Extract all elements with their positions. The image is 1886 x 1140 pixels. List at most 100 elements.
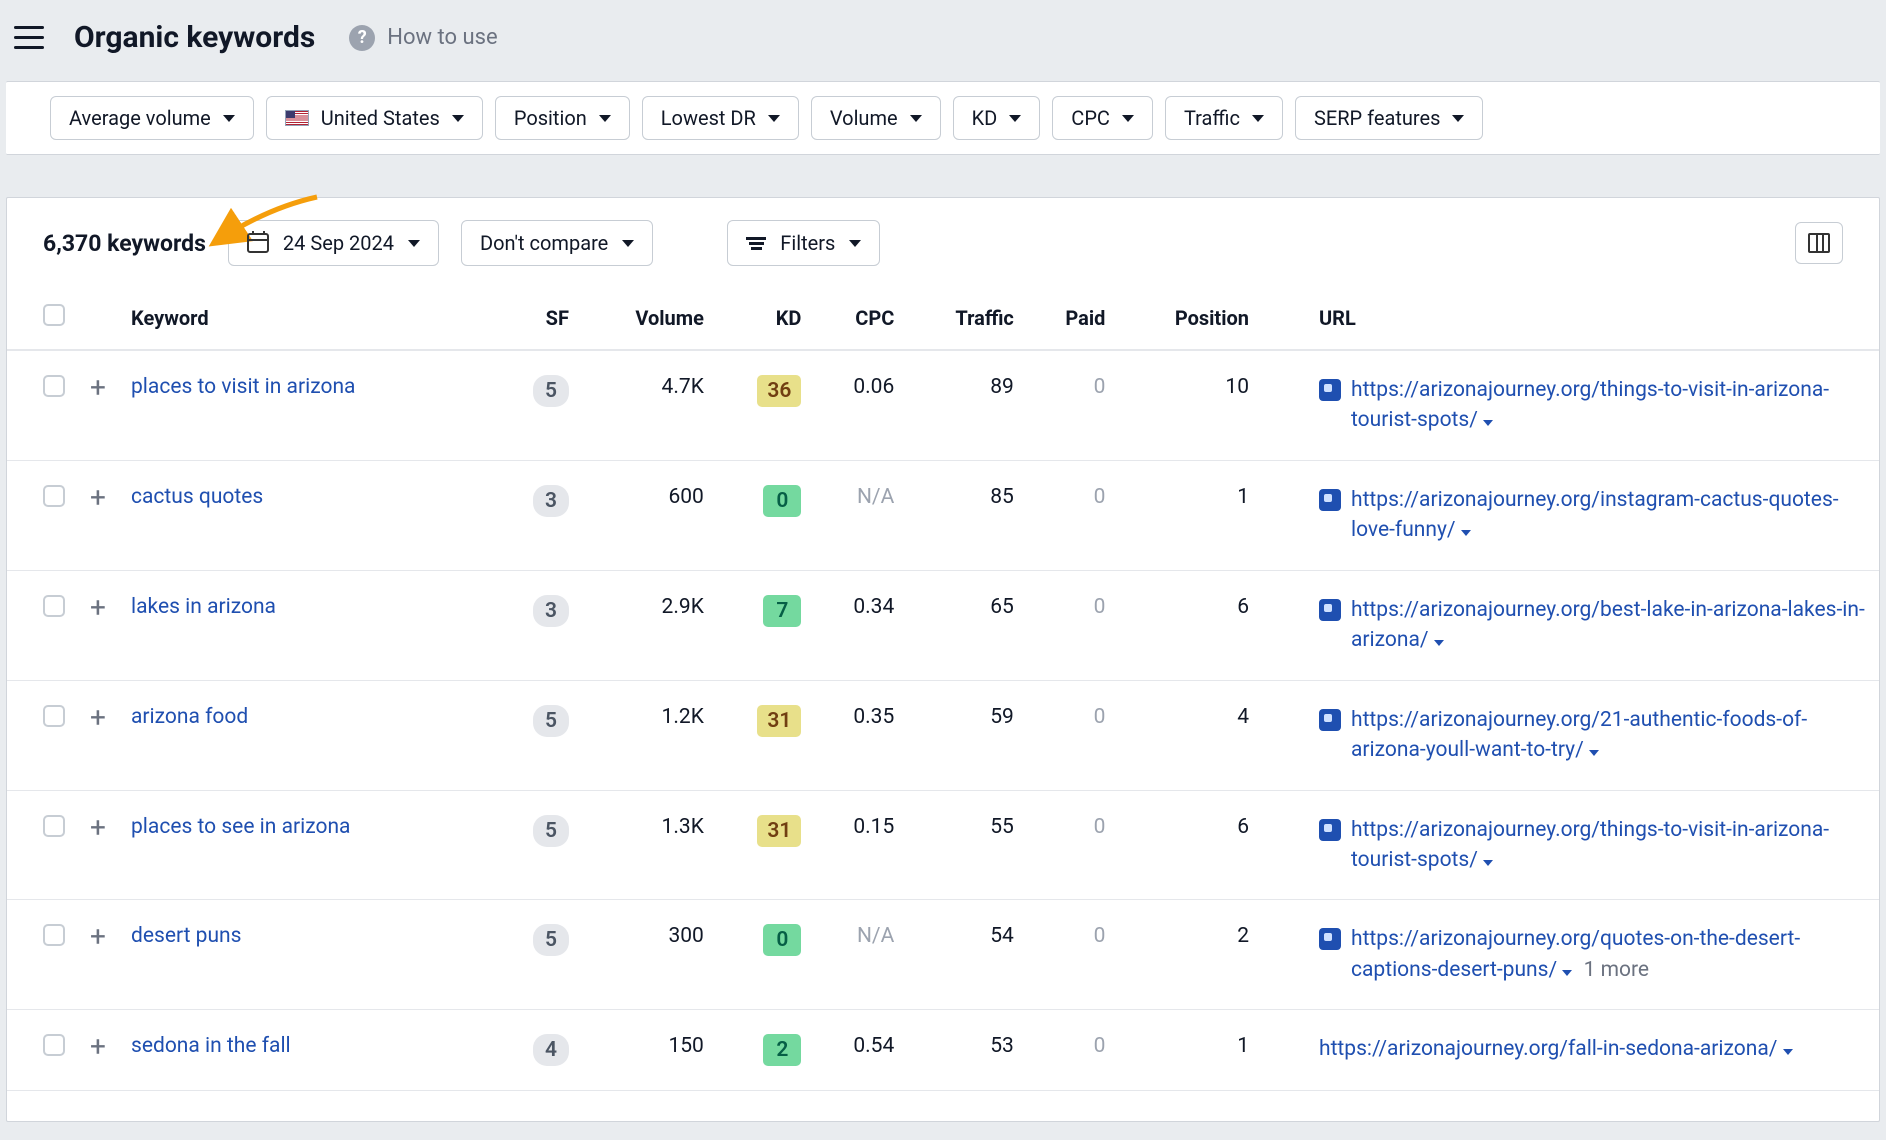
flag-icon (285, 110, 309, 126)
url-link[interactable]: https://arizonajourney.org/fall-in-sedon… (1319, 1037, 1777, 1061)
keyword-link[interactable]: places to see in arizona (131, 815, 350, 839)
paid-cell: 0 (1024, 460, 1116, 570)
chevron-down-icon (223, 115, 235, 122)
filter-pill-lowest-dr[interactable]: Lowest DR (642, 96, 799, 140)
kd-badge: 36 (757, 375, 801, 407)
traffic-cell: 89 (904, 350, 1024, 460)
filter-label: Lowest DR (661, 106, 756, 130)
compare-dropdown[interactable]: Don't compare (461, 220, 653, 266)
compare-label: Don't compare (480, 231, 608, 255)
filter-label: Average volume (69, 106, 211, 130)
chevron-down-icon[interactable] (1589, 750, 1599, 756)
select-all-checkbox[interactable] (43, 304, 65, 326)
expand-icon[interactable]: + (85, 595, 111, 621)
keyword-link[interactable]: desert puns (131, 924, 241, 948)
expand-icon[interactable]: + (85, 815, 111, 841)
paid-cell: 0 (1024, 1010, 1116, 1091)
url-link[interactable]: https://arizonajourney.org/instagram-cac… (1351, 488, 1839, 542)
chevron-down-icon (910, 115, 922, 122)
date-picker[interactable]: 24 Sep 2024 (228, 220, 439, 266)
chevron-down-icon (1452, 115, 1464, 122)
row-checkbox[interactable] (43, 924, 65, 946)
page-icon (1319, 928, 1341, 950)
cpc-cell: N/A (811, 900, 904, 1010)
volume-cell: 1.2K (579, 680, 714, 790)
position-cell: 1 (1115, 460, 1259, 570)
url-more[interactable]: 1 more (1584, 958, 1649, 982)
filter-bar: Average volume United States Position Lowes… (6, 81, 1880, 155)
chevron-down-icon[interactable] (1483, 420, 1493, 426)
cpc-cell: 0.54 (811, 1010, 904, 1091)
filter-pill-position[interactable]: Position (495, 96, 630, 140)
filter-pill-kd[interactable]: KD (953, 96, 1041, 140)
filter-pill-volume[interactable]: Volume (811, 96, 941, 140)
table-row: + desert puns 5 300 0 N/A 54 0 2 https:/… (7, 900, 1879, 1010)
keyword-link[interactable]: lakes in arizona (131, 595, 276, 619)
volume-cell: 150 (579, 1010, 714, 1091)
row-checkbox[interactable] (43, 1034, 65, 1056)
chevron-down-icon[interactable] (1434, 640, 1444, 646)
filter-pill-united-states[interactable]: United States (266, 96, 483, 140)
sf-badge: 3 (533, 485, 569, 517)
position-cell: 2 (1115, 900, 1259, 1010)
url-link[interactable]: https://arizonajourney.org/things-to-vis… (1351, 378, 1829, 432)
row-checkbox[interactable] (43, 815, 65, 837)
column-header[interactable]: SF (494, 290, 579, 350)
position-cell: 1 (1115, 1010, 1259, 1091)
url-link[interactable]: https://arizonajourney.org/quotes-on-the… (1351, 927, 1800, 981)
url-link[interactable]: https://arizonajourney.org/best-lake-in-… (1351, 598, 1865, 652)
chevron-down-icon (622, 240, 634, 247)
column-header[interactable]: Volume (579, 290, 714, 350)
sf-badge: 3 (533, 595, 569, 627)
volume-cell: 300 (579, 900, 714, 1010)
column-header[interactable]: CPC (811, 290, 904, 350)
column-header[interactable]: Traffic (904, 290, 1024, 350)
expand-icon[interactable]: + (85, 924, 111, 950)
menu-icon[interactable] (14, 26, 44, 50)
filter-pill-traffic[interactable]: Traffic (1165, 96, 1283, 140)
filter-label: KD (972, 106, 998, 130)
url-link[interactable]: https://arizonajourney.org/things-to-vis… (1351, 818, 1829, 872)
url-link[interactable]: https://arizonajourney.org/21-authentic-… (1351, 708, 1807, 762)
keyword-link[interactable]: arizona food (131, 705, 248, 729)
chevron-down-icon (599, 115, 611, 122)
kd-badge: 31 (757, 815, 801, 847)
expand-icon[interactable]: + (85, 375, 111, 401)
filter-pill-cpc[interactable]: CPC (1052, 96, 1153, 140)
cpc-cell: 0.06 (811, 350, 904, 460)
sf-badge: 4 (533, 1034, 569, 1066)
keyword-link[interactable]: cactus quotes (131, 485, 263, 509)
chevron-down-icon[interactable] (1461, 530, 1471, 536)
chevron-down-icon (1009, 115, 1021, 122)
columns-button[interactable] (1795, 222, 1843, 264)
filters-button[interactable]: Filters (727, 220, 880, 266)
chevron-down-icon[interactable] (1483, 860, 1493, 866)
filter-pill-serp-features[interactable]: SERP features (1295, 96, 1483, 140)
volume-cell: 600 (579, 460, 714, 570)
column-header[interactable]: Paid (1024, 290, 1116, 350)
paid-cell: 0 (1024, 680, 1116, 790)
row-checkbox[interactable] (43, 375, 65, 397)
column-header[interactable]: KD (714, 290, 812, 350)
filter-label: United States (321, 106, 440, 130)
date-label: 24 Sep 2024 (283, 231, 394, 255)
filter-pill-average-volume[interactable]: Average volume (50, 96, 254, 140)
keyword-link[interactable]: places to visit in arizona (131, 375, 355, 399)
expand-icon[interactable]: + (85, 485, 111, 511)
row-checkbox[interactable] (43, 595, 65, 617)
column-header[interactable]: Keyword (121, 290, 494, 350)
help-link[interactable]: ? How to use (349, 25, 497, 51)
page-icon (1319, 819, 1341, 841)
cpc-cell: 0.35 (811, 680, 904, 790)
chevron-down-icon (1252, 115, 1264, 122)
expand-icon[interactable]: + (85, 1034, 111, 1060)
chevron-down-icon[interactable] (1783, 1049, 1793, 1055)
kd-badge: 2 (763, 1034, 801, 1066)
row-checkbox[interactable] (43, 485, 65, 507)
column-header[interactable]: URL (1309, 290, 1879, 350)
column-header[interactable]: Position (1115, 290, 1259, 350)
row-checkbox[interactable] (43, 705, 65, 727)
keyword-link[interactable]: sedona in the fall (131, 1034, 291, 1058)
expand-icon[interactable]: + (85, 705, 111, 731)
chevron-down-icon[interactable] (1562, 970, 1572, 976)
